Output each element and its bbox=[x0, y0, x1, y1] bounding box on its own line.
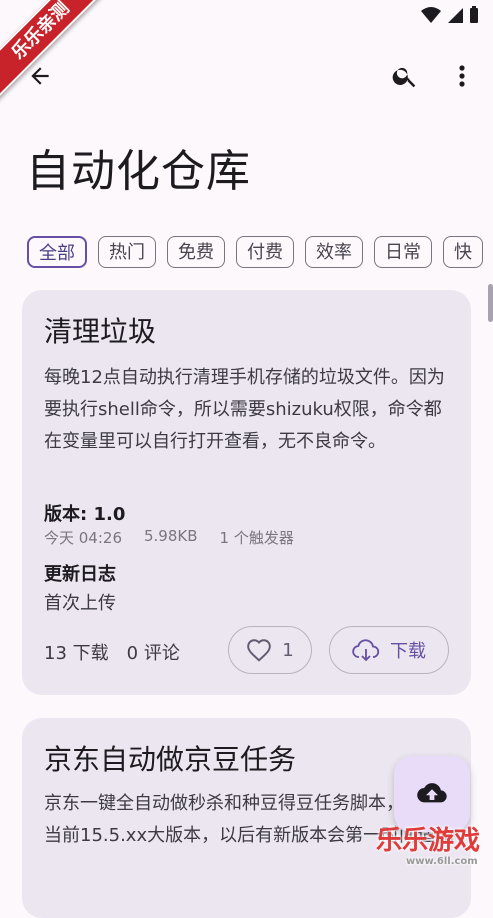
card-title: 京东自动做京豆任务 bbox=[44, 743, 297, 776]
card-stats: 13 下载 0 评论 bbox=[44, 639, 180, 665]
chip-efficiency[interactable]: 效率 bbox=[305, 236, 363, 268]
chip-free[interactable]: 免费 bbox=[167, 236, 225, 268]
arrow-back-icon bbox=[31, 67, 49, 85]
version-label: 版本: 1.0 bbox=[44, 504, 126, 525]
changelog-heading: 更新日志 bbox=[44, 564, 116, 585]
chip-paid[interactable]: 付费 bbox=[236, 236, 294, 268]
updated-time: 今天 04:26 bbox=[44, 529, 122, 547]
file-size: 5.98KB bbox=[144, 527, 198, 545]
filter-chips: 全部 热门 免费 付费 效率 日常 快 bbox=[27, 236, 483, 268]
back-button[interactable] bbox=[20, 56, 60, 96]
chip-quick[interactable]: 快 bbox=[443, 236, 483, 268]
download-label: 下载 bbox=[390, 641, 426, 662]
chip-daily[interactable]: 日常 bbox=[374, 236, 432, 268]
script-card[interactable]: 清理垃圾 每晚12点自动执行清理手机存储的垃圾文件。因为要执行shell命令，所… bbox=[22, 290, 471, 695]
scrollbar-thumb[interactable] bbox=[488, 284, 493, 322]
chip-all[interactable]: 全部 bbox=[27, 236, 87, 268]
changelog-text: 首次上传 bbox=[44, 593, 116, 614]
status-bar-icons bbox=[421, 6, 479, 24]
watermark-text: 乐乐游戏 bbox=[376, 826, 481, 856]
comment-count[interactable]: 0 评论 bbox=[127, 639, 180, 665]
watermark: 乐乐游戏 www.6ll.com bbox=[376, 826, 493, 876]
search-button[interactable] bbox=[384, 56, 426, 96]
card-meta: 今天 04:26 5.98KB 1 个触发器 bbox=[44, 527, 294, 548]
signal-icon bbox=[448, 8, 463, 23]
search-icon bbox=[392, 67, 416, 88]
cloud-upload-icon bbox=[417, 783, 447, 803]
battery-icon bbox=[470, 6, 478, 23]
wifi-icon bbox=[421, 7, 441, 23]
download-count: 13 下载 bbox=[44, 643, 109, 664]
like-count: 1 bbox=[282, 639, 294, 661]
heart-icon bbox=[247, 639, 272, 662]
trigger-count: 1 个触发器 bbox=[219, 529, 294, 547]
watermark-url: www.6ll.com bbox=[406, 856, 478, 867]
card-description: 每晚12点自动执行清理手机存储的垃圾文件。因为要执行shell命令，所以需要sh… bbox=[44, 367, 445, 452]
cloud-download-icon bbox=[352, 639, 380, 662]
more-options-button[interactable] bbox=[446, 56, 478, 96]
more-vert-icon bbox=[459, 65, 465, 87]
like-button[interactable]: 1 bbox=[228, 626, 312, 674]
upload-fab[interactable] bbox=[394, 756, 470, 832]
card-title: 清理垃圾 bbox=[44, 315, 157, 348]
download-button[interactable]: 下载 bbox=[329, 626, 449, 674]
page-title: 自动化仓库 bbox=[26, 146, 251, 197]
chip-hot[interactable]: 热门 bbox=[98, 236, 156, 268]
